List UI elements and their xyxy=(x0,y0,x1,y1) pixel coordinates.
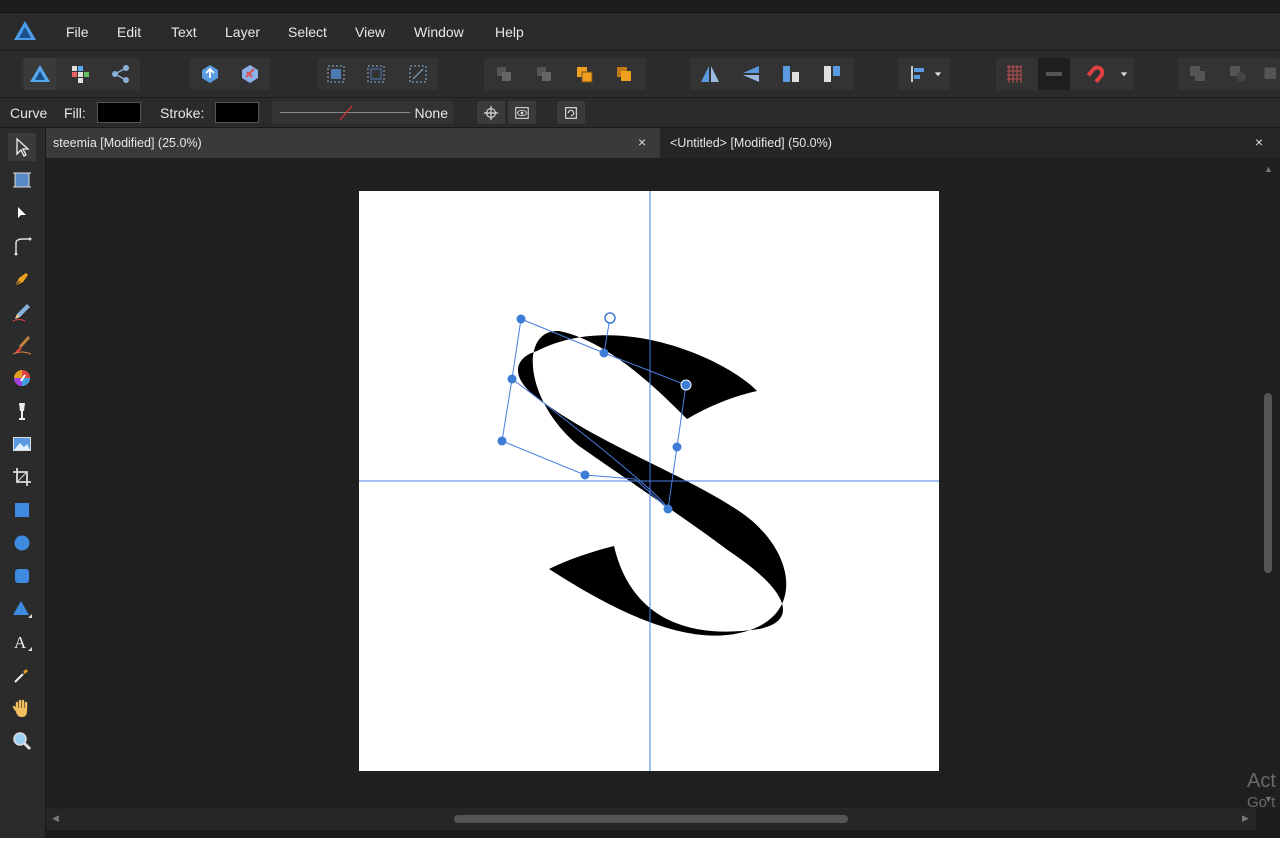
flip-horizontal-icon[interactable] xyxy=(694,58,726,90)
menu-file[interactable]: File xyxy=(66,24,89,40)
menu-text[interactable]: Text xyxy=(171,24,197,40)
scroll-up-icon[interactable]: ▲ xyxy=(1264,164,1273,174)
tool-name-label: Curve xyxy=(10,105,48,121)
menu-view[interactable]: View xyxy=(355,24,385,40)
tools-panel: A xyxy=(0,128,46,853)
node-handle[interactable] xyxy=(516,314,526,324)
designer-persona-icon[interactable] xyxy=(24,58,56,90)
transform-origin-icon[interactable] xyxy=(477,101,505,124)
tab-steemia[interactable]: steemia [Modified] (25.0%) × xyxy=(46,128,660,158)
node-handle[interactable] xyxy=(580,470,590,480)
eyedropper-icon[interactable] xyxy=(8,661,36,689)
assistant-icon[interactable] xyxy=(234,58,266,90)
pen-tool-icon[interactable] xyxy=(8,265,36,293)
stroke-swatch[interactable] xyxy=(215,102,259,123)
bottom-strip xyxy=(0,838,1280,853)
intersect-boolean-icon[interactable] xyxy=(1262,58,1280,90)
tab-title: <Untitled> [Modified] (50.0%) xyxy=(670,136,832,150)
letter-s-shape[interactable] xyxy=(517,330,787,636)
snapping-dropdown-icon[interactable] xyxy=(1116,58,1132,90)
move-tool-icon[interactable] xyxy=(8,133,36,161)
menu-edit[interactable]: Edit xyxy=(117,24,141,40)
pixel-grid-icon[interactable] xyxy=(998,58,1030,90)
scroll-left-icon[interactable]: ◀ xyxy=(52,813,59,824)
move-back-one-icon[interactable] xyxy=(528,58,560,90)
tab-untitled[interactable]: <Untitled> [Modified] (50.0%) × xyxy=(663,128,1280,158)
menu-window[interactable]: Window xyxy=(414,24,464,40)
move-to-back-icon[interactable] xyxy=(488,58,520,90)
activation-watermark: Act Go t xyxy=(1247,770,1276,814)
flip-vertical-icon[interactable] xyxy=(735,58,767,90)
tab-title: steemia [Modified] (25.0%) xyxy=(53,136,202,150)
scroll-right-icon[interactable]: ▶ xyxy=(1242,813,1249,824)
close-icon[interactable]: × xyxy=(638,134,646,150)
node-handle[interactable] xyxy=(680,379,692,391)
fill-swatch[interactable] xyxy=(97,102,141,123)
artboard-tool-icon[interactable] xyxy=(8,166,36,194)
main-toolbar xyxy=(0,50,1280,98)
hand-tool-icon[interactable] xyxy=(8,694,36,722)
stroke-label: Stroke: xyxy=(160,105,205,121)
artistic-text-icon[interactable]: A xyxy=(8,628,36,656)
canvas-artwork[interactable] xyxy=(359,191,939,771)
menu-bar: File Edit Text Layer Select View Window … xyxy=(0,12,1280,50)
menu-help[interactable]: Help xyxy=(495,24,524,40)
horizontal-scrollbar[interactable]: ◀ ▶ xyxy=(46,808,1256,830)
rotate-left-icon[interactable] xyxy=(775,58,807,90)
ellipse-tool-icon[interactable] xyxy=(8,529,36,557)
select-all-icon[interactable] xyxy=(320,58,352,90)
stroke-none-indicator-icon xyxy=(339,105,353,121)
fill-tool-icon[interactable] xyxy=(8,397,36,425)
affinity-designer-logo-icon xyxy=(12,19,38,43)
context-toolbar: Curve Fill: Stroke: None xyxy=(0,98,1280,128)
rotation-handle[interactable] xyxy=(604,312,616,324)
place-image-icon[interactable] xyxy=(8,430,36,458)
rotate-right-icon[interactable] xyxy=(816,58,848,90)
node-handle[interactable] xyxy=(663,504,673,514)
deselect-icon[interactable] xyxy=(360,58,392,90)
node-handle[interactable] xyxy=(507,374,517,384)
reset-selection-box-icon[interactable] xyxy=(557,101,585,124)
pencil-tool-icon[interactable] xyxy=(8,298,36,326)
show-hide-transform-icon[interactable] xyxy=(508,101,536,124)
snap-toggle-icon[interactable] xyxy=(1038,58,1070,90)
invert-selection-icon[interactable] xyxy=(402,58,434,90)
stroke-width-slider[interactable]: None xyxy=(272,101,454,124)
rounded-rect-tool-icon[interactable] xyxy=(8,562,36,590)
node-handle[interactable] xyxy=(599,348,609,358)
rectangle-tool-icon[interactable] xyxy=(8,496,36,524)
document-tabs: steemia [Modified] (25.0%) × <Untitled> … xyxy=(46,128,1280,158)
stroke-width-value: None xyxy=(414,105,448,121)
corner-tool-icon[interactable] xyxy=(8,232,36,260)
node-handle[interactable] xyxy=(672,442,682,452)
zoom-tool-icon[interactable] xyxy=(8,727,36,755)
fill-label: Fill: xyxy=(64,105,86,121)
upload-icon[interactable] xyxy=(194,58,226,90)
align-dropdown-icon[interactable] xyxy=(930,58,946,90)
snapping-magnet-icon[interactable] xyxy=(1080,58,1112,90)
crop-tool-icon[interactable] xyxy=(8,463,36,491)
node-tool-icon[interactable] xyxy=(8,199,36,227)
horizontal-scroll-thumb[interactable] xyxy=(454,815,848,823)
document-workspace[interactable] xyxy=(46,158,1256,808)
artboard-canvas[interactable] xyxy=(359,191,939,771)
node-handle[interactable] xyxy=(497,436,507,446)
add-boolean-icon[interactable] xyxy=(1182,58,1214,90)
color-picker-wheel-icon[interactable] xyxy=(8,364,36,392)
svg-text:A: A xyxy=(14,633,27,652)
watermark-line1: Act xyxy=(1247,770,1276,792)
export-persona-icon[interactable] xyxy=(105,58,137,90)
pixel-persona-icon[interactable] xyxy=(64,58,96,90)
vertical-scroll-thumb[interactable] xyxy=(1264,393,1272,573)
move-to-front-icon[interactable] xyxy=(608,58,640,90)
menu-layer[interactable]: Layer xyxy=(225,24,260,40)
vector-brush-icon[interactable] xyxy=(8,331,36,359)
close-icon[interactable]: × xyxy=(1255,134,1263,150)
move-forward-one-icon[interactable] xyxy=(568,58,600,90)
watermark-line2: Go t xyxy=(1247,794,1276,811)
triangle-tool-icon[interactable] xyxy=(8,595,36,623)
vertical-scrollbar[interactable]: ▲ ▼ xyxy=(1256,158,1280,808)
menu-select[interactable]: Select xyxy=(288,24,327,40)
subtract-boolean-icon[interactable] xyxy=(1222,58,1254,90)
